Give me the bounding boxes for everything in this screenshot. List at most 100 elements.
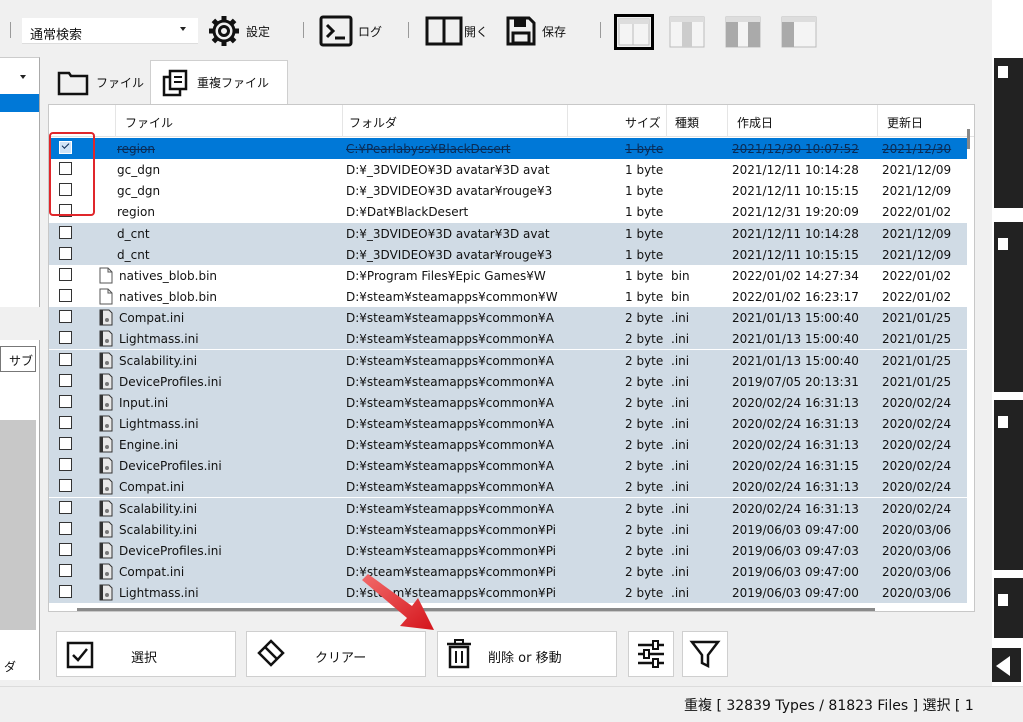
table-row[interactable]: DeviceProfiles.ini D:¥steam¥steamapps¥com…: [49, 539, 967, 561]
row-modified: 2021/01/25: [882, 332, 952, 347]
row-checkbox[interactable]: [59, 585, 72, 599]
film-thumbnail[interactable]: [994, 578, 1023, 638]
chevron-down-icon[interactable]: [20, 75, 26, 79]
row-folder: D:¥Program Files¥Epic Games¥W: [346, 268, 546, 283]
row-size: 1 byte: [625, 184, 664, 199]
table-row[interactable]: region C:¥Pearlabyss¥BlackDesert 1 byte 202…: [49, 138, 967, 159]
row-size: 2 byte: [625, 311, 664, 326]
tab-duplicates[interactable]: 重複ファイル: [150, 60, 288, 104]
layout-left-heavy-button[interactable]: [724, 14, 764, 50]
table-row[interactable]: Compat.ini D:¥steam¥steamapps¥common¥A 2 b…: [49, 476, 967, 498]
row-checkbox[interactable]: [59, 415, 72, 429]
row-file-name: Lightmass.ini: [119, 332, 199, 347]
table-row[interactable]: Scalability.ini D:¥steam¥steamapps¥common…: [49, 497, 967, 519]
layout-three-pane-button[interactable]: [668, 14, 708, 50]
left-list-panel[interactable]: サブ ダ: [0, 340, 40, 680]
table-row[interactable]: d_cnt D:¥_3DVIDEO¥3D avatar¥rouge¥3 1 byte…: [49, 243, 967, 265]
log-button[interactable]: ログ: [318, 14, 382, 48]
table-row[interactable]: Compat.ini D:¥steam¥steamapps¥common¥A 2 b…: [49, 307, 967, 329]
delete-or-move-button[interactable]: 削除 or 移動: [437, 631, 617, 677]
table-row[interactable]: Lightmass.ini D:¥steam¥steamapps¥common¥P…: [49, 582, 967, 604]
row-file-name: natives_blob.bin: [119, 268, 218, 283]
filter-settings-button[interactable]: [628, 631, 674, 677]
row-checkbox[interactable]: [59, 394, 72, 408]
table-row[interactable]: Input.ini D:¥steam¥steamapps¥common¥A 2 by…: [49, 391, 967, 413]
clear-button[interactable]: クリアー: [246, 631, 426, 677]
table-row[interactable]: natives_blob.bin D:¥Program Files¥Epic Ga…: [49, 265, 967, 286]
filter-button[interactable]: [682, 631, 728, 677]
row-checkbox[interactable]: [59, 500, 72, 514]
row-created: 2021/01/13 15:00:40: [732, 311, 859, 326]
layout-left-heavy-icon: [725, 16, 761, 48]
column-header-folder[interactable]: フォルダ: [349, 114, 397, 131]
row-checkbox[interactable]: [59, 225, 72, 239]
row-checkbox[interactable]: [59, 458, 72, 472]
table-row[interactable]: DeviceProfiles.ini D:¥steam¥steamapps¥com…: [49, 370, 967, 392]
column-header-size[interactable]: サイズ: [625, 114, 661, 131]
film-thumbnail[interactable]: [994, 58, 1023, 208]
search-mode-select[interactable]: 通常検索: [22, 18, 198, 44]
table-row[interactable]: Compat.ini D:¥steam¥steamapps¥common¥Pi 2 …: [49, 561, 967, 582]
row-checkbox[interactable]: [59, 352, 72, 366]
table-row[interactable]: Engine.ini D:¥steam¥steamapps¥common¥A 2 b…: [49, 434, 967, 456]
row-file-name: gc_dgn: [117, 163, 161, 178]
row-file-name: Lightmass.ini: [119, 586, 199, 601]
column-header-modified[interactable]: 更新日: [887, 114, 923, 131]
row-modified: 2020/02/24: [882, 501, 952, 516]
row-size: 1 byte: [625, 290, 664, 305]
row-created: 2019/06/03 09:47:00: [732, 565, 859, 579]
row-folder: D:¥steam¥steamapps¥common¥A: [346, 353, 554, 368]
film-thumbnail[interactable]: [994, 400, 1023, 570]
left-column-label: サブ: [9, 354, 34, 368]
tree-selected-item[interactable]: [0, 94, 39, 112]
row-type: bin: [671, 290, 690, 305]
collapse-arrow-icon[interactable]: [996, 656, 1010, 676]
row-checkbox[interactable]: [59, 373, 72, 387]
row-checkbox[interactable]: [59, 267, 72, 281]
column-header-created[interactable]: 作成日: [737, 114, 773, 131]
row-size: 2 byte: [625, 438, 664, 453]
table-row[interactable]: DeviceProfiles.ini D:¥steam¥steamapps¥com…: [49, 455, 967, 477]
row-file-name: DeviceProfiles.ini: [119, 374, 222, 389]
row-checkbox[interactable]: [59, 564, 72, 577]
row-checkbox[interactable]: [59, 331, 72, 345]
column-header-file[interactable]: ファイル: [125, 114, 173, 131]
table-row[interactable]: d_cnt D:¥_3DVIDEO¥3D avatar¥3D avat 1 byte…: [49, 222, 967, 244]
select-button[interactable]: 選択: [56, 631, 236, 677]
row-type: .ini: [671, 586, 690, 601]
save-button[interactable]: 保存: [504, 14, 566, 48]
row-checkbox[interactable]: [59, 542, 72, 556]
table-row[interactable]: gc_dgn D:¥_3DVIDEO¥3D avatar¥3D avat 1 byt…: [49, 159, 967, 180]
tab-files[interactable]: ファイル: [50, 60, 150, 104]
row-folder: D:¥steam¥steamapps¥common¥A: [346, 416, 554, 431]
column-header-type[interactable]: 種類: [675, 114, 699, 131]
left-tree-panel[interactable]: [0, 57, 40, 307]
duplicate-file-grid[interactable]: ファイル フォルダ サイズ 種類 作成日 更新日 region C:¥Pearla…: [48, 104, 975, 612]
row-checkbox[interactable]: [59, 246, 72, 260]
horizontal-scrollbar-thumb[interactable]: [77, 608, 875, 611]
table-row[interactable]: region D:¥Dat¥BlackDesert 1 byte 2021/12/31…: [49, 201, 967, 222]
row-file-name: Scalability.ini: [119, 501, 198, 516]
open-button[interactable]: 開く: [424, 14, 488, 48]
layout-right-heavy-button[interactable]: [780, 14, 820, 50]
table-row[interactable]: natives_blob.bin D:¥steam¥steamapps¥commo…: [49, 286, 967, 307]
table-row[interactable]: Scalability.ini D:¥steam¥steamapps¥common…: [49, 349, 967, 371]
table-row[interactable]: gc_dgn D:¥_3DVIDEO¥3D avatar¥rouge¥3 1 byt…: [49, 180, 967, 201]
row-checkbox[interactable]: [59, 289, 72, 303]
film-thumbnail[interactable]: [994, 222, 1023, 392]
layout-single-button[interactable]: [614, 14, 654, 50]
trash-icon: [447, 639, 471, 669]
settings-button[interactable]: 設定: [206, 14, 270, 48]
table-row[interactable]: Lightmass.ini D:¥steam¥steamapps¥common¥A…: [49, 328, 967, 350]
layout-two-pane-icon: [618, 18, 650, 46]
column-divider: [666, 105, 667, 137]
table-row[interactable]: Lightmass.ini D:¥steam¥steamapps¥common¥A…: [49, 412, 967, 434]
left-column-header[interactable]: サブ: [0, 346, 36, 372]
row-checkbox[interactable]: [59, 437, 72, 451]
vertical-scrollbar-thumb[interactable]: [967, 129, 970, 149]
film-hole: [998, 594, 1008, 606]
table-row[interactable]: Scalability.ini D:¥steam¥steamapps¥common…: [49, 518, 967, 540]
row-checkbox[interactable]: [59, 521, 72, 535]
row-checkbox[interactable]: [59, 479, 72, 493]
row-checkbox[interactable]: [59, 310, 72, 324]
